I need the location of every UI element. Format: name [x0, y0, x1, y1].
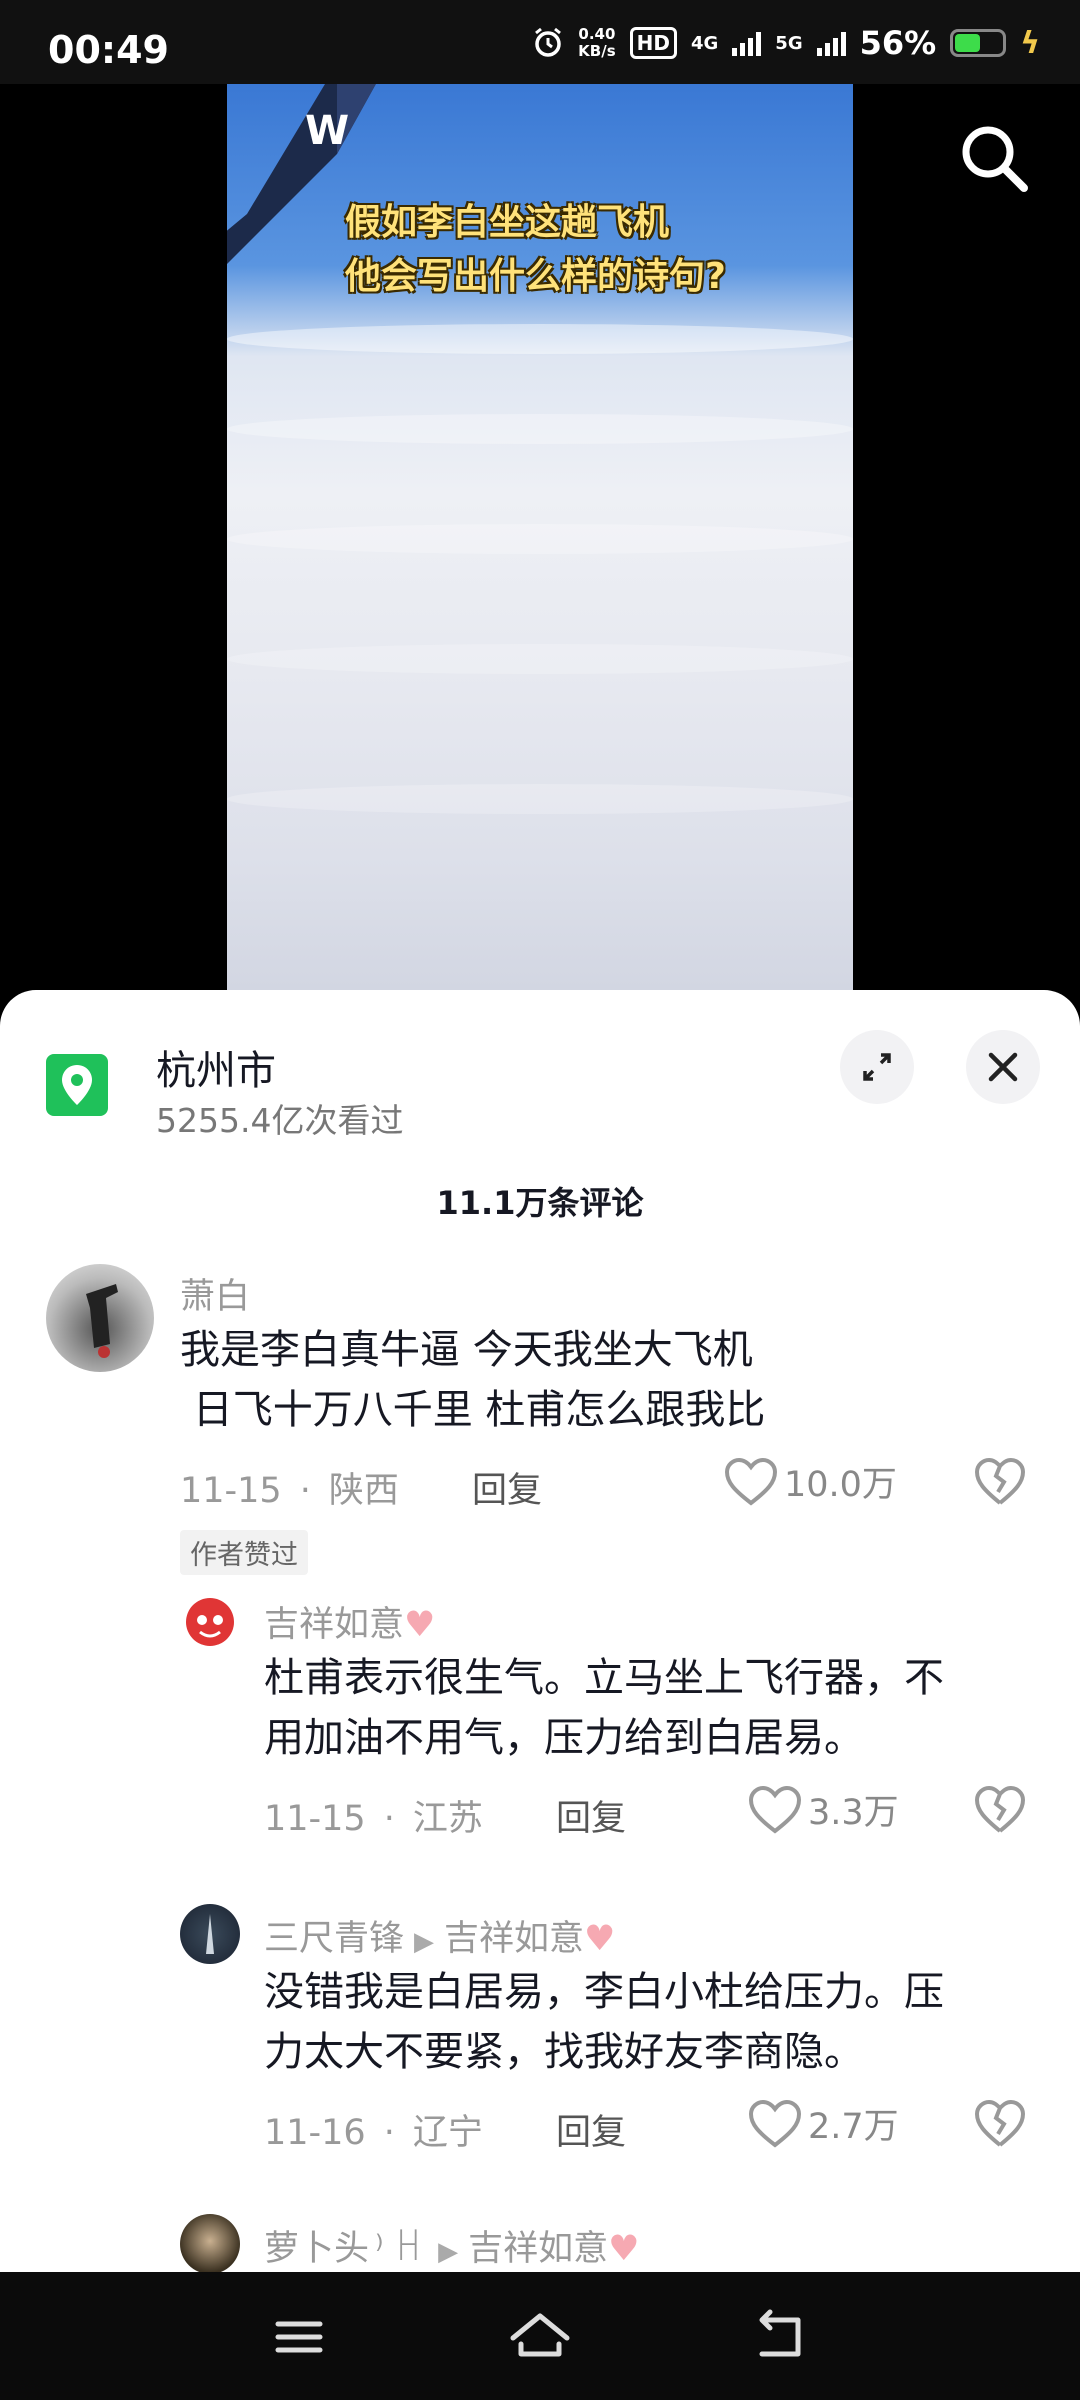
- comment-username[interactable]: 萧白: [180, 1268, 250, 1319]
- home-icon[interactable]: [505, 2302, 575, 2372]
- avatar[interactable]: [180, 1590, 240, 1650]
- status-bar: 00:49 0.40 KB/s HD 4G 5G 56% ϟ: [0, 0, 1080, 84]
- sim2-network: 5G: [775, 32, 803, 54]
- expand-icon: [863, 1053, 891, 1081]
- reply-text: 杜甫表示很生气。立马坐上飞行器，不 用加油不用气，压力给到白居易。: [264, 1655, 944, 1761]
- battery-percent: 56%: [859, 24, 937, 62]
- like-button[interactable]: 3.3万: [748, 1784, 899, 1835]
- pink-heart-icon: ♥: [608, 2229, 640, 2269]
- avatar[interactable]: [180, 1904, 240, 1964]
- battery-icon: [950, 29, 1007, 57]
- reply-button[interactable]: 回复: [556, 1790, 626, 1841]
- charging-icon: ϟ: [1020, 25, 1040, 61]
- close-button[interactable]: [966, 1030, 1040, 1104]
- reply-arrow-icon: ▶: [438, 2237, 459, 2267]
- status-time: 00:49: [48, 28, 169, 72]
- hd-icon: HD: [629, 27, 677, 59]
- reply-arrow-icon: ▶: [414, 1927, 435, 1957]
- signal-icon-1: [732, 30, 762, 56]
- video-caption: 假如李白坐这趟飞机 他会写出什么样的诗句?: [345, 202, 726, 297]
- location-pin-icon[interactable]: [46, 1054, 108, 1116]
- reply-meta: 11-16 · 辽宁: [264, 2113, 483, 2153]
- like-count: 10.0万: [784, 1465, 897, 1505]
- like-count: 2.7万: [808, 2107, 899, 2147]
- avatar[interactable]: [46, 1264, 154, 1372]
- reply-meta: 11-15 · 江苏: [264, 1799, 483, 1839]
- comment-text: 我是李白真牛逼 今天我坐大飞机 日飞十万八千里 杜甫怎么跟我比: [180, 1327, 766, 1433]
- location-views: 5255.4亿次看过: [156, 1101, 404, 1140]
- comment-meta: 11-15 · 陕西: [180, 1471, 399, 1511]
- reply-text: 没错我是白居易，李白小杜给压力。压 力太大不要紧，找我好友李商隐。: [264, 1969, 944, 2075]
- airline-logo: W: [305, 108, 349, 154]
- navigation-bar: [0, 2272, 1080, 2400]
- avatar[interactable]: [180, 2214, 240, 2272]
- like-button[interactable]: 10.0万: [724, 1456, 897, 1507]
- close-icon: [988, 1052, 1018, 1082]
- signal-icon-2: [816, 30, 846, 56]
- expand-button[interactable]: [840, 1030, 914, 1104]
- reply-username[interactable]: 萝卜头 ⁾ ꀿ ▶ 吉祥如意♥: [264, 2220, 640, 2271]
- search-icon[interactable]: [956, 120, 1032, 196]
- heart-icon: [724, 1457, 778, 1506]
- like-count: 3.3万: [808, 1793, 899, 1833]
- broken-heart-icon[interactable]: [974, 1784, 1026, 1836]
- back-icon[interactable]: [746, 2302, 816, 2372]
- broken-heart-icon[interactable]: [974, 2098, 1026, 2150]
- comment-sheet: 杭州市 5255.4亿次看过 11.1万条评论 萧白 我是李白真牛逼 今天我坐大…: [0, 990, 1080, 2272]
- reply-button[interactable]: 回复: [472, 1462, 542, 1513]
- alarm-icon: [535, 27, 562, 57]
- pink-heart-icon: ♥: [584, 1919, 616, 1959]
- location-title[interactable]: 杭州市: [156, 1038, 276, 1096]
- reply-button[interactable]: 回复: [556, 2104, 626, 2155]
- video-frame[interactable]: W 假如李白坐这趟飞机 他会写出什么样的诗句?: [227, 84, 853, 992]
- video-player[interactable]: W 假如李白坐这趟飞机 他会写出什么样的诗句?: [0, 84, 1080, 992]
- reply-username[interactable]: 三尺青锋 ▶ 吉祥如意♥: [264, 1910, 615, 1961]
- heart-icon: [748, 1785, 802, 1834]
- sim1-network: 4G: [690, 32, 719, 54]
- broken-heart-icon[interactable]: [974, 1456, 1026, 1508]
- status-icons: 0.40 KB/s HD 4G 5G 56% ϟ: [532, 24, 1040, 62]
- menu-icon[interactable]: [264, 2302, 334, 2372]
- heart-icon: [748, 2099, 802, 2148]
- reply-username[interactable]: 吉祥如意♥: [264, 1596, 435, 1647]
- pink-heart-icon: ♥: [404, 1605, 436, 1645]
- net-speed: 0.40 KB/s: [578, 25, 616, 60]
- like-button[interactable]: 2.7万: [748, 2098, 899, 2149]
- comments-count: 11.1万条评论: [436, 1184, 644, 1222]
- author-liked-tag: 作者赞过: [180, 1530, 308, 1575]
